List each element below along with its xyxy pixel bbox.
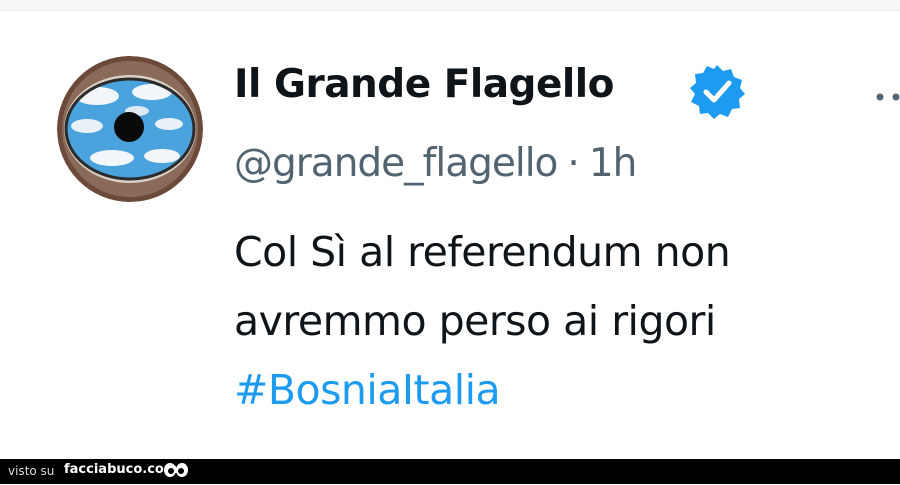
more-options-icon[interactable] bbox=[874, 88, 900, 101]
watermark-footer: visto su facciabuco.com bbox=[0, 459, 900, 484]
top-divider bbox=[0, 0, 900, 11]
tweet-text-line: Col Sì al referendum non bbox=[234, 228, 731, 276]
tweet-text-line: avremmo perso ai rigori bbox=[234, 297, 716, 345]
verified-badge-icon bbox=[688, 62, 746, 120]
hashtag-link[interactable]: #BosniaItalia bbox=[234, 356, 874, 425]
handle-row: @grande_flagello · 1h bbox=[234, 141, 638, 186]
avatar[interactable] bbox=[57, 56, 203, 202]
tweet-text: Col Sì al referendum non avremmo perso a… bbox=[234, 218, 874, 425]
display-name[interactable]: Il Grande Flagello bbox=[234, 62, 614, 107]
footer-site-name[interactable]: facciabuco.com bbox=[64, 462, 177, 477]
eyes-icon bbox=[163, 461, 189, 481]
footer-prefix: visto su bbox=[8, 464, 55, 478]
separator-dot: · bbox=[567, 141, 579, 186]
user-handle[interactable]: @grande_flagello bbox=[234, 141, 558, 186]
timestamp[interactable]: 1h bbox=[589, 141, 638, 186]
